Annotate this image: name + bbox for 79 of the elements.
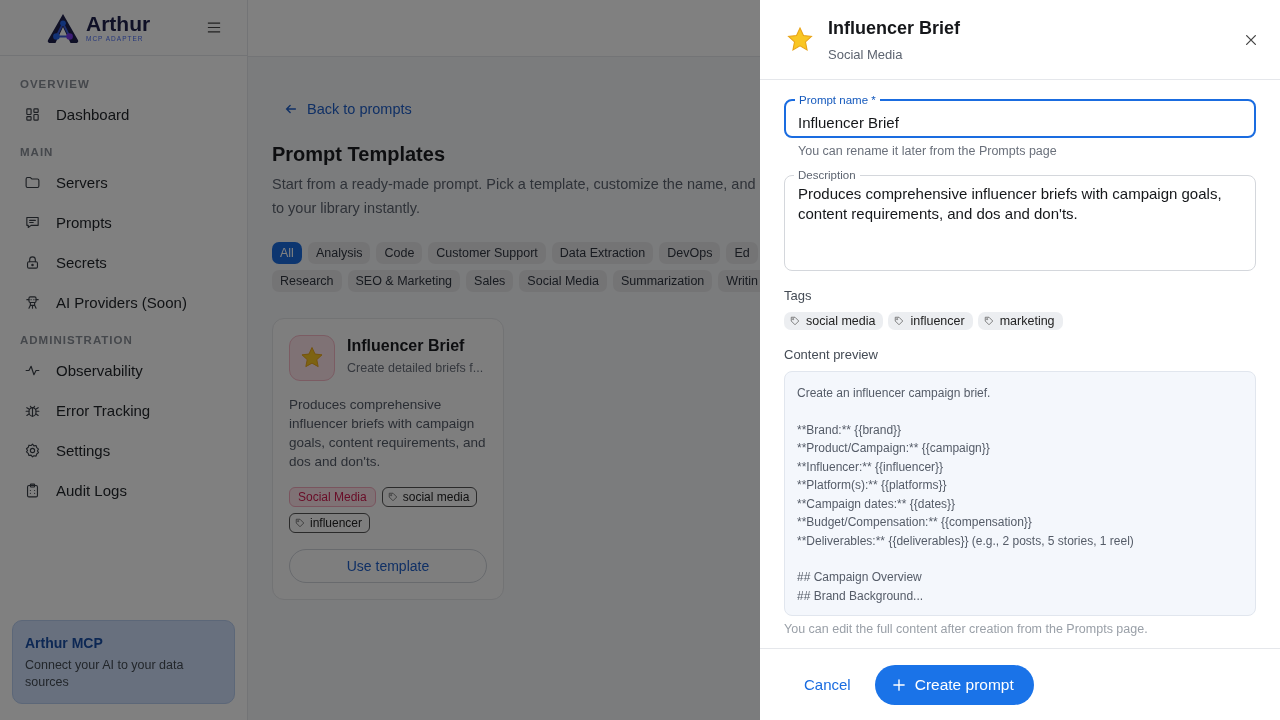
helper-text: You can rename it later from the Prompts page	[798, 144, 1057, 158]
arrow-left-icon	[284, 102, 298, 116]
category-chip[interactable]: SEO & Marketing	[347, 270, 461, 292]
promo-text: Connect your AI to your data sources	[25, 657, 185, 691]
nav-item[interactable]: Secrets	[12, 242, 235, 282]
prompt-name-input[interactable]: Influencer Brief	[786, 107, 1254, 137]
page-description: Start from a ready-made prompt. Pick a template, customize the name, and	[272, 175, 756, 194]
tag-chip: influencer	[888, 312, 973, 330]
tag-icon	[790, 316, 800, 326]
section-heading: MAIN	[19, 146, 55, 158]
field-label: Prompt name *	[798, 93, 877, 107]
category-chip[interactable]: Summarization	[612, 270, 713, 292]
category-chip[interactable]: All	[272, 242, 302, 264]
card-title: Influencer Brief	[347, 337, 466, 355]
preview-line: **Product/Campaign:** {{campaign}}	[797, 440, 991, 457]
preview-line: **Influencer:** {{influencer}}	[797, 458, 945, 476]
grid-icon	[24, 105, 41, 123]
drawer-subtitle: Social Media	[828, 46, 904, 62]
promo-title: Arthur MCP	[25, 635, 104, 652]
drawer-title: Influencer Brief	[828, 17, 962, 39]
tag-chip: social media	[381, 487, 478, 507]
clipboard-icon	[24, 481, 41, 499]
create-prompt-button[interactable]: Create prompt	[874, 664, 1034, 705]
category-chip[interactable]: Social Media	[519, 270, 607, 292]
tags-label: Tags	[784, 288, 812, 303]
nav-item[interactable]: Observability	[12, 350, 235, 390]
preview-line: **Brand:** {{brand}}	[797, 421, 903, 439]
card-description: Produces comprehensive influencer briefs with campaign goals, content requirements, and dos and don'ts.	[289, 396, 487, 471]
section-heading: ADMINISTRATION	[19, 334, 134, 346]
preview-line: **Platform(s):** {{platforms}}	[797, 477, 948, 494]
close-icon[interactable]	[1244, 32, 1258, 47]
section-heading: OVERVIEW	[19, 78, 91, 90]
category-chip[interactable]: Ed	[726, 242, 758, 264]
logo-name: Arthur	[86, 12, 151, 34]
preview-line: ## Campaign Overview	[797, 569, 923, 586]
category-chip[interactable]: Research	[272, 270, 342, 292]
text-area-field[interactable]: Description Produces comprehensive influencer briefs with campaign goals, content requirements, and dos and don'ts.	[784, 168, 1256, 271]
category-chip[interactable]: Writin	[718, 270, 760, 292]
tag-chip: marketing	[977, 312, 1063, 330]
category-chip[interactable]: Data Extraction	[551, 242, 654, 264]
field-label: Description	[797, 168, 857, 182]
category-tag: Social Media	[289, 487, 376, 507]
nav-item[interactable]: AI Providers (Soon)	[12, 282, 235, 322]
plus-icon	[892, 678, 905, 691]
description-input[interactable]: Produces comprehensive influencer briefs with campaign goals, content requirements, and dos and don'ts.	[785, 182, 1255, 270]
nav-item[interactable]: Error Tracking	[12, 390, 235, 430]
page-title: Prompt Templates	[272, 143, 445, 166]
nav-item[interactable]: Servers	[12, 162, 235, 202]
cancel-button[interactable]: Cancel	[792, 668, 863, 701]
preview-note: You can edit the full content after creation from the Prompts page.	[784, 622, 1148, 636]
category-chip[interactable]: Code	[376, 242, 423, 264]
lock-icon	[24, 253, 41, 271]
category-chip[interactable]: Customer Support	[428, 242, 546, 264]
settings-icon	[24, 441, 41, 459]
tag-icon	[983, 316, 994, 326]
tag-icon	[387, 492, 398, 502]
preview-line: Create an influencer campaign brief.	[797, 385, 992, 402]
nav-item[interactable]: Dashboard	[12, 94, 235, 134]
tag-chip: influencer	[289, 513, 371, 533]
robot-icon	[24, 293, 41, 311]
category-chip[interactable]: Analysis	[307, 242, 371, 264]
preview-label: Content preview	[784, 347, 878, 362]
page-description: to your library instantly.	[272, 199, 421, 218]
preview-line: **Campaign dates:** {{dates}}	[797, 495, 957, 513]
tag-icon	[295, 518, 305, 528]
preview-line: ## Brand Background...	[797, 587, 925, 605]
tag-icon	[894, 316, 905, 326]
card-subtitle: Create detailed briefs f...	[347, 361, 484, 375]
nav-item[interactable]: Audit Logs	[12, 470, 235, 510]
nav-item[interactable]: Settings	[12, 430, 235, 470]
category-chip[interactable]: Sales	[466, 270, 514, 292]
preview-line: **Budget/Compensation:** {{compensation}}	[797, 514, 1033, 531]
preview-line: **Deliverables:** {{deliverables}} (e.g., 2 posts, 5 stories, 1 reel)	[797, 532, 1135, 550]
category-chip[interactable]: DevOps	[659, 242, 721, 264]
menu-icon[interactable]	[207, 22, 221, 33]
text-field[interactable]: Prompt name * Influencer Brief	[784, 93, 1256, 138]
back-link[interactable]: Back to prompts	[272, 101, 412, 117]
tag-chip: social media	[784, 312, 884, 330]
nav-item[interactable]: Prompts	[12, 202, 235, 242]
